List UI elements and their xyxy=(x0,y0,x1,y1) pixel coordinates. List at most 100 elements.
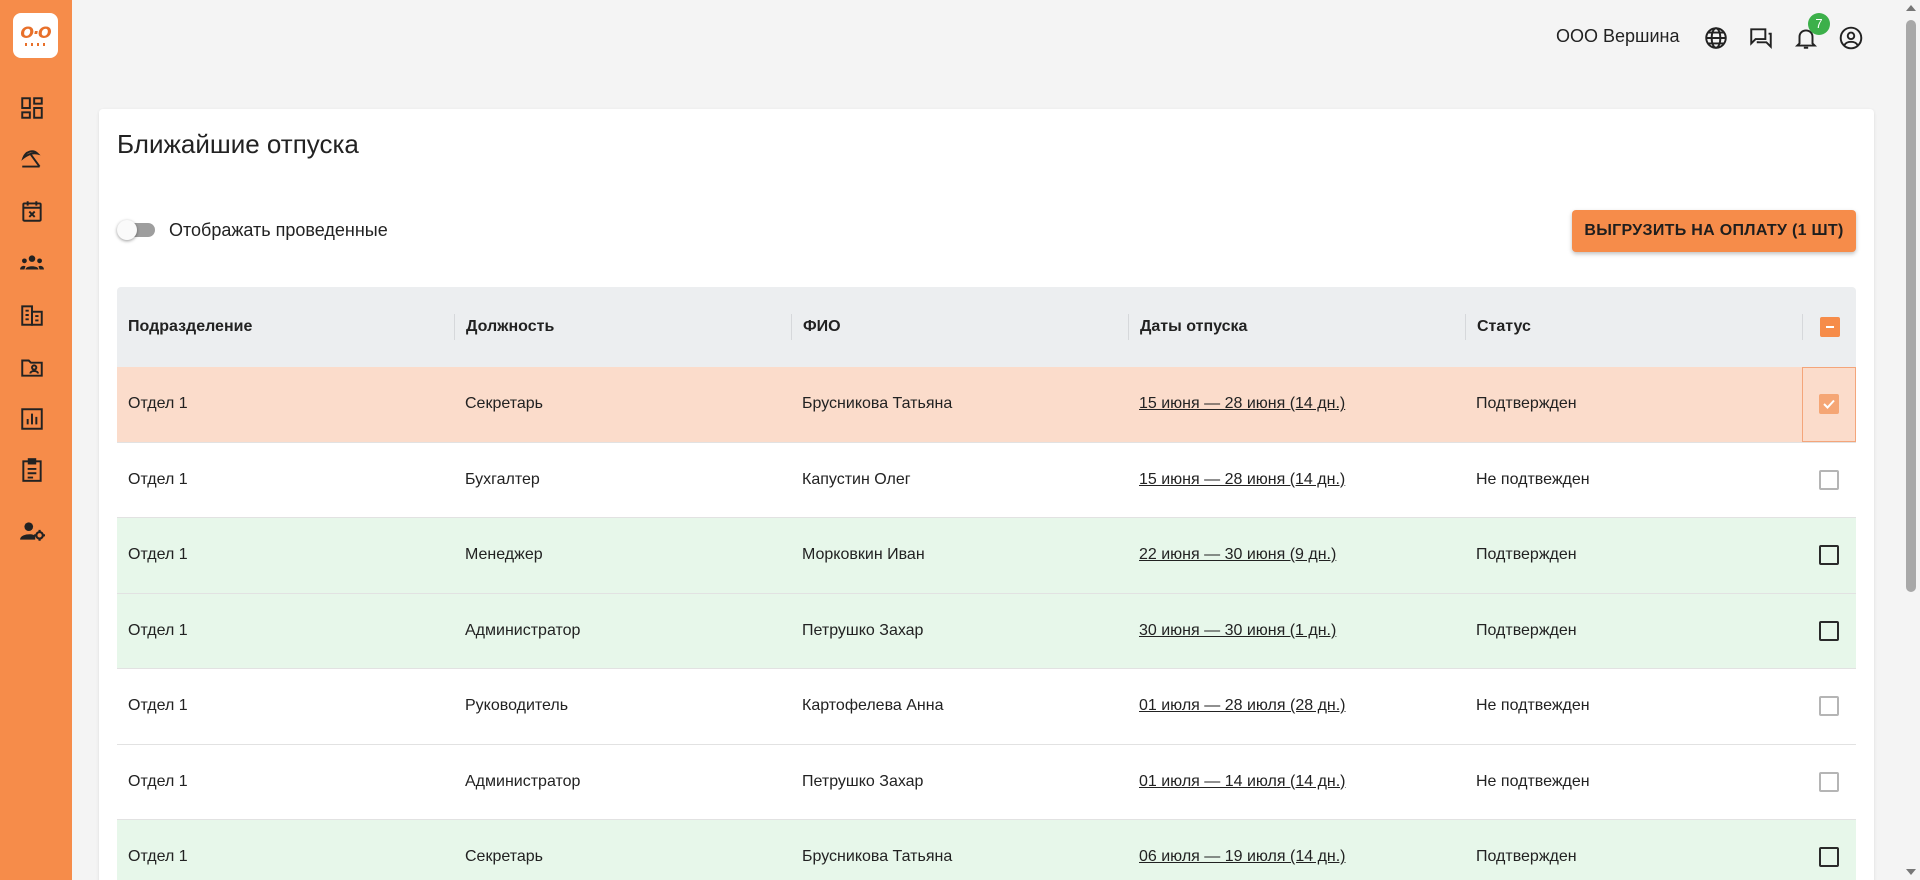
row-select-checkbox[interactable] xyxy=(1819,469,1839,490)
company-building-icon xyxy=(21,305,43,326)
cell-full-name: Морковкин Иван xyxy=(802,546,925,564)
cell-full-name: Петрушко Захар xyxy=(802,621,924,639)
sidebar-item-documents[interactable] xyxy=(18,456,46,484)
cell-select xyxy=(1802,366,1856,442)
cell-status: Подтвержден xyxy=(1476,848,1577,866)
column-header-select xyxy=(1802,314,1856,340)
cell-full-name: Брусникова Татьяна xyxy=(802,848,953,866)
table-row[interactable]: Отдел 1 Руководитель Картофелева Анна 01 ию… xyxy=(117,669,1856,745)
sidebar-item-team[interactable] xyxy=(18,249,46,277)
cell-full-name: Капустин Олег xyxy=(802,470,911,488)
scroll-thumb[interactable] xyxy=(1906,20,1916,592)
show-completed-toggle[interactable] xyxy=(117,220,155,240)
page-scrollbar[interactable] xyxy=(1902,0,1920,880)
cell-department: Отдел 1 xyxy=(128,772,188,790)
logo-mark: O·O xyxy=(20,22,51,42)
check-icon xyxy=(1823,400,1835,410)
cell-vacation-dates-link[interactable]: 01 июля — 28 июля (28 дн.) xyxy=(1128,697,1465,715)
sidebar-item-employees[interactable] xyxy=(18,353,46,381)
select-all-checkbox[interactable] xyxy=(1819,317,1840,337)
upcoming-vacations-card: Ближайшие отпуска Отображать проведенные… xyxy=(99,109,1874,880)
scroll-up-arrow-icon[interactable] xyxy=(1906,5,1916,11)
app-logo[interactable]: O·O xyxy=(13,13,58,58)
column-header-status[interactable]: Статус xyxy=(1465,314,1802,340)
app-root: O·O ООО Вершина 7 Ближайшие отпуска Отоб… xyxy=(0,0,1920,880)
row-select-checkbox[interactable] xyxy=(1819,545,1839,566)
scroll-down-arrow-icon[interactable] xyxy=(1906,869,1916,875)
cell-vacation-dates-link[interactable]: 30 июня — 30 июня (1 дн.) xyxy=(1128,622,1465,640)
cell-department: Отдел 1 xyxy=(128,546,188,564)
sidebar: O·O xyxy=(0,0,72,880)
table-row[interactable]: Отдел 1 Бухгалтер Капустин Олег 15 июня — 2… xyxy=(117,443,1856,518)
table-row[interactable]: Отдел 1 Менеджер Морковкин Иван 22 июня — 3… xyxy=(117,518,1856,594)
cell-select xyxy=(1802,669,1856,744)
minus-icon xyxy=(1825,326,1834,328)
cell-position: Бухгалтер xyxy=(465,470,540,488)
cell-status: Не подтвежден xyxy=(1476,772,1590,790)
cell-position: Администратор xyxy=(465,772,581,790)
row-select-checkbox[interactable] xyxy=(1819,620,1839,641)
toggle-thumb xyxy=(117,220,137,240)
cell-department: Отдел 1 xyxy=(128,470,188,488)
documents-clipboard-icon xyxy=(22,458,42,482)
reports-chart-icon xyxy=(21,408,43,430)
cell-department: Отдел 1 xyxy=(128,697,188,715)
cell-department: Отдел 1 xyxy=(128,621,188,639)
cell-position: Руководитель xyxy=(465,697,569,715)
cell-full-name: Картофелева Анна xyxy=(802,697,944,715)
globe-icon xyxy=(1705,27,1727,49)
cell-department: Отдел 1 xyxy=(128,848,188,866)
cell-vacation-dates-link[interactable]: 22 июня — 30 июня (9 дн.) xyxy=(1128,546,1465,564)
column-header-full-name[interactable]: ФИО xyxy=(791,314,1128,340)
table-body: Отдел 1 Секретарь Брусникова Татьяна 15 июн… xyxy=(117,366,1856,880)
cell-department: Отдел 1 xyxy=(128,395,188,413)
cell-vacation-dates-link[interactable]: 06 июля — 19 июля (14 дн.) xyxy=(1128,848,1465,866)
sidebar-item-company[interactable] xyxy=(18,301,46,329)
cell-status: Подтвержден xyxy=(1476,395,1577,413)
sidebar-item-user-settings[interactable] xyxy=(18,517,46,545)
row-select-checkbox[interactable] xyxy=(1819,847,1839,868)
dashboard-icon xyxy=(21,97,43,119)
cell-vacation-dates-link[interactable]: 15 июня — 28 июня (14 дн.) xyxy=(1128,395,1465,413)
table-row[interactable]: Отдел 1 Секретарь Брусникова Татьяна 06 июл… xyxy=(117,820,1856,880)
cell-vacation-dates-link[interactable]: 15 июня — 28 июня (14 дн.) xyxy=(1128,471,1465,489)
column-header-department[interactable]: Подразделение xyxy=(117,314,454,340)
cell-full-name: Петрушко Захар xyxy=(802,772,924,790)
account-button[interactable] xyxy=(1837,24,1865,52)
cell-select xyxy=(1802,820,1856,880)
team-icon xyxy=(20,255,44,270)
cell-position: Администратор xyxy=(465,621,581,639)
cell-select xyxy=(1802,443,1856,518)
cell-select xyxy=(1802,594,1856,669)
cell-vacation-dates-link[interactable]: 01 июля — 14 июля (14 дн.) xyxy=(1128,773,1465,791)
notifications-badge: 7 xyxy=(1808,13,1830,35)
row-select-checkbox[interactable] xyxy=(1819,696,1839,717)
show-completed-label[interactable]: Отображать проведенные xyxy=(169,220,388,241)
language-button[interactable] xyxy=(1702,24,1730,52)
table-row[interactable]: Отдел 1 Администратор Петрушко Захар 01 июл… xyxy=(117,745,1856,820)
sidebar-item-absences[interactable] xyxy=(18,197,46,225)
cell-select xyxy=(1802,518,1856,593)
column-header-vacation-dates[interactable]: Даты отпуска xyxy=(1128,314,1465,340)
page-title: Ближайшие отпуска xyxy=(117,129,359,159)
sidebar-item-vacations[interactable] xyxy=(18,145,46,173)
sidebar-item-reports[interactable] xyxy=(18,405,46,433)
messages-button[interactable] xyxy=(1747,24,1775,52)
cell-status: Подтвержден xyxy=(1476,546,1577,564)
table-row[interactable]: Отдел 1 Администратор Петрушко Захар 30 июн… xyxy=(117,593,1856,669)
cell-status: Подтвержден xyxy=(1476,621,1577,639)
account-icon xyxy=(1839,26,1863,50)
table-row[interactable]: Отдел 1 Секретарь Брусникова Татьяна 15 июн… xyxy=(117,366,1856,443)
row-select-checkbox[interactable] xyxy=(1819,771,1839,792)
cell-full-name: Брусникова Татьяна xyxy=(802,395,953,413)
sidebar-item-dashboard[interactable] xyxy=(18,94,46,122)
row-select-checkbox[interactable] xyxy=(1819,394,1839,415)
column-header-position[interactable]: Должность xyxy=(454,314,791,340)
table-header: Подразделение Должность ФИО Даты отпуска… xyxy=(117,287,1856,367)
vacation-beach-icon xyxy=(21,150,41,168)
vacations-table: Подразделение Должность ФИО Даты отпуска… xyxy=(117,287,1856,880)
company-name[interactable]: ООО Вершина xyxy=(1556,26,1679,47)
logo-underline xyxy=(24,42,47,46)
cell-status: Не подтвежден xyxy=(1476,697,1590,715)
export-to-payment-button[interactable]: ВЫГРУЗИТЬ НА ОПЛАТУ (1 ШТ) xyxy=(1572,210,1856,252)
